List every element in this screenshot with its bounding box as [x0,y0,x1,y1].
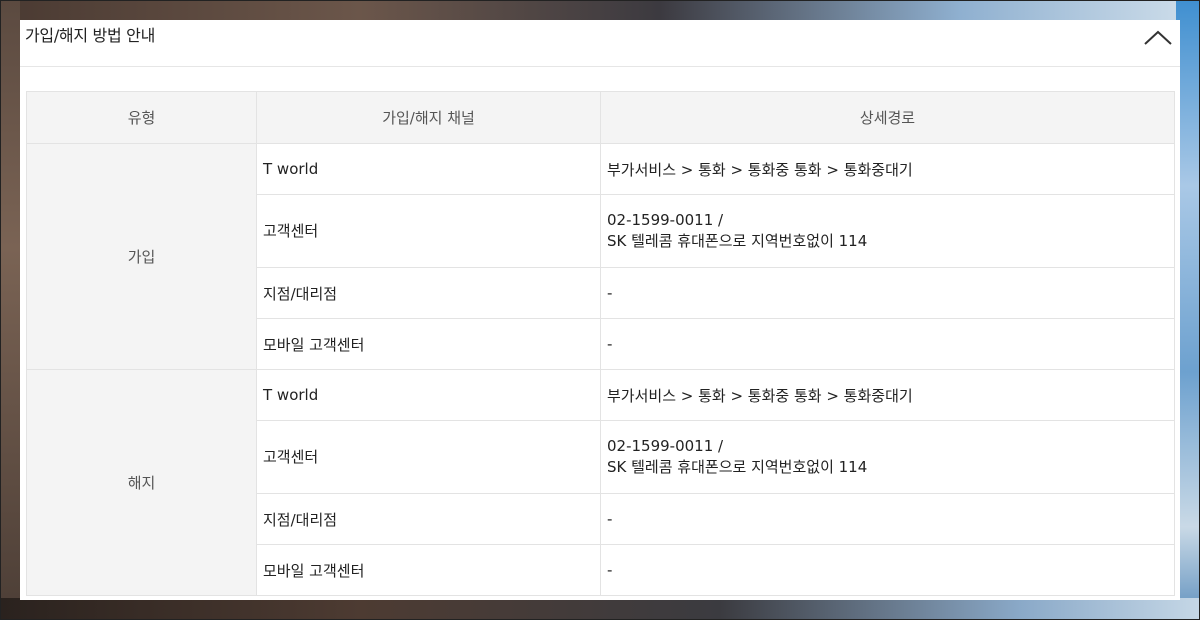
table-row: 해지 T world 부가서비스 > 통화 > 통화중 통화 > 통화중대기 [26,369,1175,596]
header-detail: 상세경로 [600,91,1175,144]
detail-cell: - [600,493,1175,545]
join-cancel-guide-panel: 가입/해지 방법 안내 유형 가입/해지 채널 상세경로 가입 T world … [20,20,1180,600]
type-cell-cancel: 해지 [26,369,257,596]
header-type: 유형 [26,91,257,144]
detail-line: 02-1599-0011 / [607,437,724,455]
channel-cell: 모바일 고객센터 [256,544,601,596]
join-cancel-table: 유형 가입/해지 채널 상세경로 가입 T world 부가서비스 > 통화 >… [26,91,1175,596]
panel-title: 가입/해지 방법 안내 [25,26,156,45]
channel-cell: 고객센터 [256,194,601,268]
background-bottom [0,598,1200,620]
detail-line: SK 텔레콤 휴대폰으로 지역번호없이 114 [607,232,868,250]
collapse-button[interactable] [1142,24,1174,52]
channel-cell: 고객센터 [256,420,601,494]
chevron-up-icon [1144,30,1172,45]
panel-header[interactable]: 가입/해지 방법 안내 [20,20,1180,67]
channel-cell: T world [256,369,601,421]
background-left [0,0,20,620]
channel-cell: 지점/대리점 [256,267,601,319]
type-cell-join: 가입 [26,143,257,370]
detail-cell: - [600,318,1175,370]
detail-cell: 02-1599-0011 / SK 텔레콤 휴대폰으로 지역번호없이 114 [600,420,1175,494]
table-header-row: 유형 가입/해지 채널 상세경로 [26,91,1175,144]
detail-cell: 부가서비스 > 통화 > 통화중 통화 > 통화중대기 [600,143,1175,195]
detail-cell: 02-1599-0011 / SK 텔레콤 휴대폰으로 지역번호없이 114 [600,194,1175,268]
detail-line: SK 텔레콤 휴대폰으로 지역번호없이 114 [607,458,868,476]
detail-cell: - [600,544,1175,596]
detail-line: 02-1599-0011 / [607,211,724,229]
detail-cell: - [600,267,1175,319]
table-row: 가입 T world 부가서비스 > 통화 > 통화중 통화 > 통화중대기 [26,143,1175,370]
channel-cell: 모바일 고객센터 [256,318,601,370]
header-channel: 가입/해지 채널 [256,91,601,144]
background-top [0,0,1200,20]
channel-cell: T world [256,143,601,195]
detail-cell: 부가서비스 > 통화 > 통화중 통화 > 통화중대기 [600,369,1175,421]
channel-cell: 지점/대리점 [256,493,601,545]
